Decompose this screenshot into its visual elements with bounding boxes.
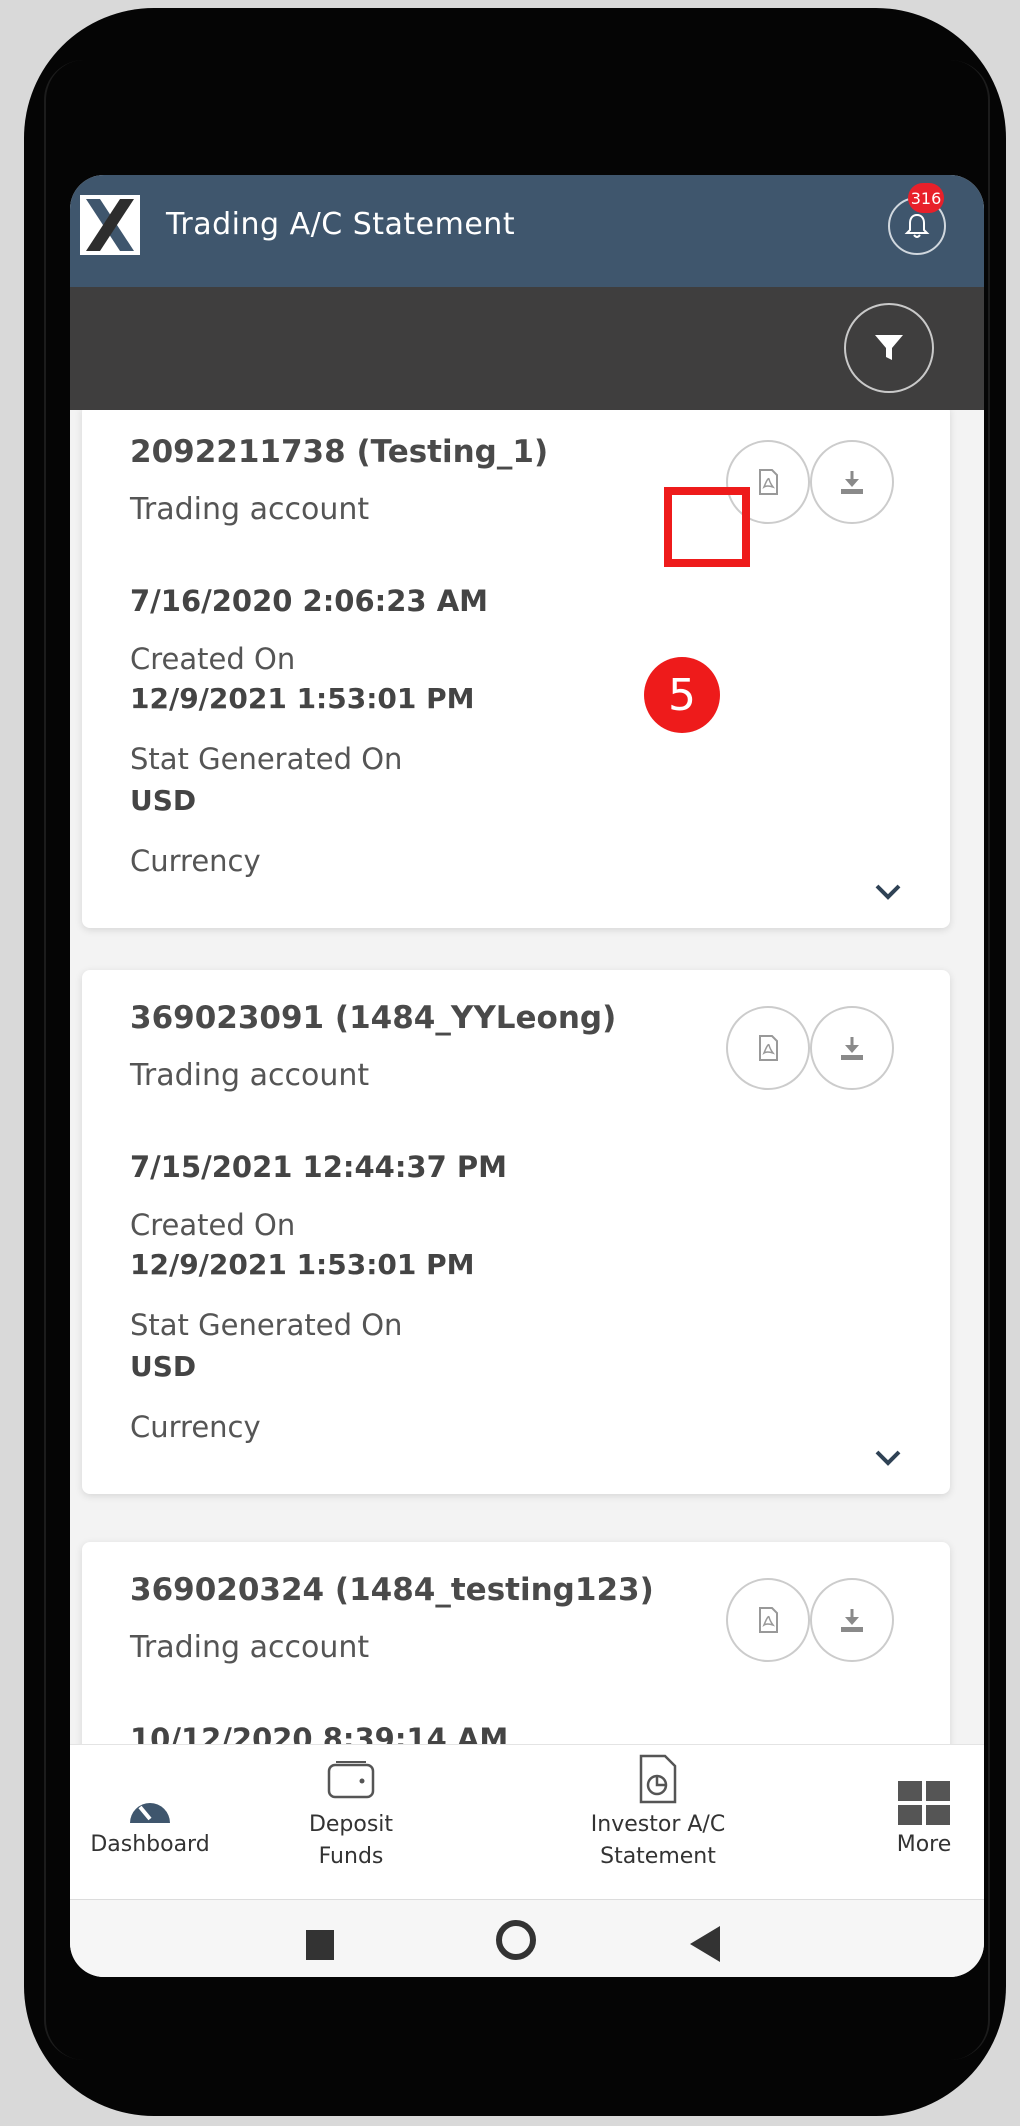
- created-on-label: Created On: [130, 1208, 296, 1242]
- wallet-icon: [327, 1761, 375, 1799]
- generated-on-value: 12/9/2021 1:53:01 PM: [130, 682, 475, 715]
- chevron-down-icon: [875, 884, 901, 900]
- nav-label: More: [896, 1832, 952, 1857]
- pdf-icon: [759, 1607, 778, 1633]
- report-icon: [639, 1754, 677, 1804]
- account-number: 369023091 (1484_YYLeong): [130, 1000, 617, 1036]
- grid-icon: [898, 1781, 950, 1825]
- created-on-label: Created On: [130, 642, 296, 676]
- currency-value: USD: [130, 784, 197, 817]
- nav-deposit-funds[interactable]: Deposit Funds: [238, 1745, 464, 1900]
- statement-card: 369023091 (1484_YYLeong) Trading account…: [82, 970, 950, 1494]
- created-on-value: 7/15/2021 12:44:37 PM: [130, 1150, 507, 1184]
- currency-value: USD: [130, 1350, 197, 1383]
- app-logo: [80, 195, 140, 255]
- generated-on-value: 12/9/2021 1:53:01 PM: [130, 1248, 475, 1281]
- currency-label: Currency: [130, 1410, 261, 1444]
- app-screen: Trading A/C Statement 316 2092211738 (Te…: [70, 175, 984, 1977]
- statement-list[interactable]: 2092211738 (Testing_1) Trading account 7…: [70, 410, 984, 1744]
- page-title: Trading A/C Statement: [166, 207, 516, 242]
- expand-button[interactable]: [870, 874, 906, 910]
- step-number-badge: 5: [644, 657, 720, 733]
- chevron-down-icon: [875, 1450, 901, 1466]
- bell-icon: [904, 213, 930, 238]
- notification-count-badge: 316: [908, 183, 944, 213]
- generated-on-label: Stat Generated On: [130, 1308, 403, 1342]
- bottom-navigation: Dashboard Deposit Funds Investor A/C Sta…: [70, 1744, 984, 1900]
- expand-button[interactable]: [870, 1440, 906, 1476]
- nav-label-line1: Deposit: [308, 1812, 394, 1837]
- nav-label-line2: Statement: [600, 1844, 716, 1869]
- back-button[interactable]: [688, 1924, 722, 1964]
- nav-dashboard[interactable]: Dashboard: [70, 1745, 230, 1900]
- home-button[interactable]: [494, 1918, 538, 1962]
- nav-label: Dashboard: [90, 1832, 210, 1857]
- nav-label-line1: Investor A/C: [590, 1812, 726, 1837]
- filter-bar: [70, 287, 984, 410]
- created-on-value: 10/12/2020 8:39:14 AM: [130, 1722, 509, 1744]
- account-number: 369020324 (1484_testing123): [130, 1572, 654, 1608]
- pdf-icon: [759, 469, 778, 495]
- generated-on-label: Stat Generated On: [130, 742, 403, 776]
- download-icon: [841, 471, 863, 494]
- account-number: 2092211738 (Testing_1): [130, 434, 549, 470]
- nav-more[interactable]: More: [864, 1745, 984, 1900]
- pdf-icon: [759, 1035, 778, 1061]
- gauge-icon: [130, 1803, 170, 1823]
- recent-apps-button[interactable]: [306, 1930, 334, 1960]
- download-button[interactable]: [810, 1578, 894, 1662]
- filter-button[interactable]: [844, 303, 934, 393]
- nav-label-line2: Funds: [318, 1844, 384, 1869]
- download-icon: [841, 1037, 863, 1060]
- account-type: Trading account: [130, 1058, 370, 1093]
- statement-card: 369020324 (1484_testing123) Trading acco…: [82, 1542, 950, 1744]
- view-pdf-button[interactable]: [726, 440, 810, 524]
- download-button[interactable]: [810, 440, 894, 524]
- statement-card: 2092211738 (Testing_1) Trading account 7…: [82, 410, 950, 928]
- download-icon: [841, 1609, 863, 1632]
- download-button[interactable]: [810, 1006, 894, 1090]
- account-type: Trading account: [130, 1630, 370, 1665]
- filter-icon: [875, 335, 903, 360]
- created-on-value: 7/16/2020 2:06:23 AM: [130, 584, 489, 618]
- app-bar: Trading A/C Statement 316: [70, 175, 984, 287]
- view-pdf-button[interactable]: [726, 1578, 810, 1662]
- nav-investor-statement[interactable]: Investor A/C Statement: [528, 1745, 788, 1900]
- view-pdf-button[interactable]: [726, 1006, 810, 1090]
- system-nav-bar: [70, 1899, 984, 1977]
- account-type: Trading account: [130, 492, 370, 527]
- currency-label: Currency: [130, 844, 261, 878]
